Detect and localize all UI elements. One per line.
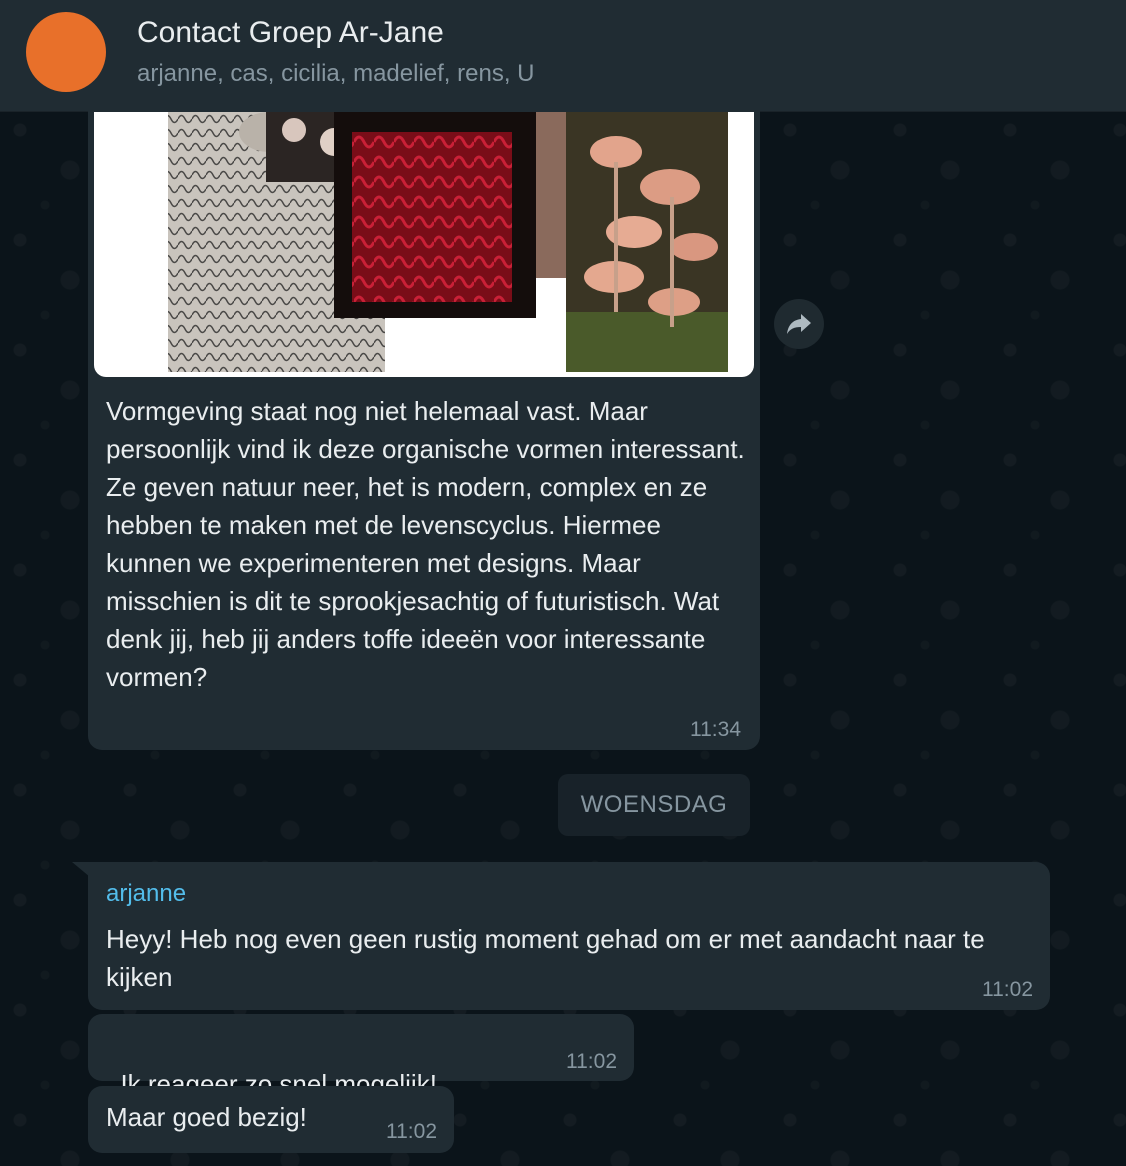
message-time: 11:02 xyxy=(386,1120,437,1143)
message-time: 11:02 xyxy=(982,978,1033,1001)
message-time: 11:02 xyxy=(566,1050,617,1073)
chat-members[interactable]: arjanne, cas, cicilia, madelief, rens, U xyxy=(137,60,535,88)
chat-header[interactable]: Contact Groep Ar-Jane arjanne, cas, cici… xyxy=(0,0,1126,112)
day-separator: WOENSDAG xyxy=(558,774,750,836)
chat-title[interactable]: Contact Groep Ar-Jane xyxy=(137,16,444,50)
image-caption: Vormgeving staat nog niet helemaal vast.… xyxy=(106,396,753,692)
group-avatar[interactable] xyxy=(26,12,106,92)
message-time: 11:34 xyxy=(690,718,741,741)
sender-name[interactable]: arjanne xyxy=(106,880,186,908)
forward-button[interactable] xyxy=(774,299,824,349)
message-text: Maar goed bezig! xyxy=(106,1102,307,1132)
message-text: Heyy! Heb nog even geen rustig moment ge… xyxy=(106,924,992,992)
forward-arrow-icon xyxy=(787,314,811,334)
moodboard-image[interactable] xyxy=(94,112,754,377)
moodboard-collage xyxy=(168,112,728,372)
